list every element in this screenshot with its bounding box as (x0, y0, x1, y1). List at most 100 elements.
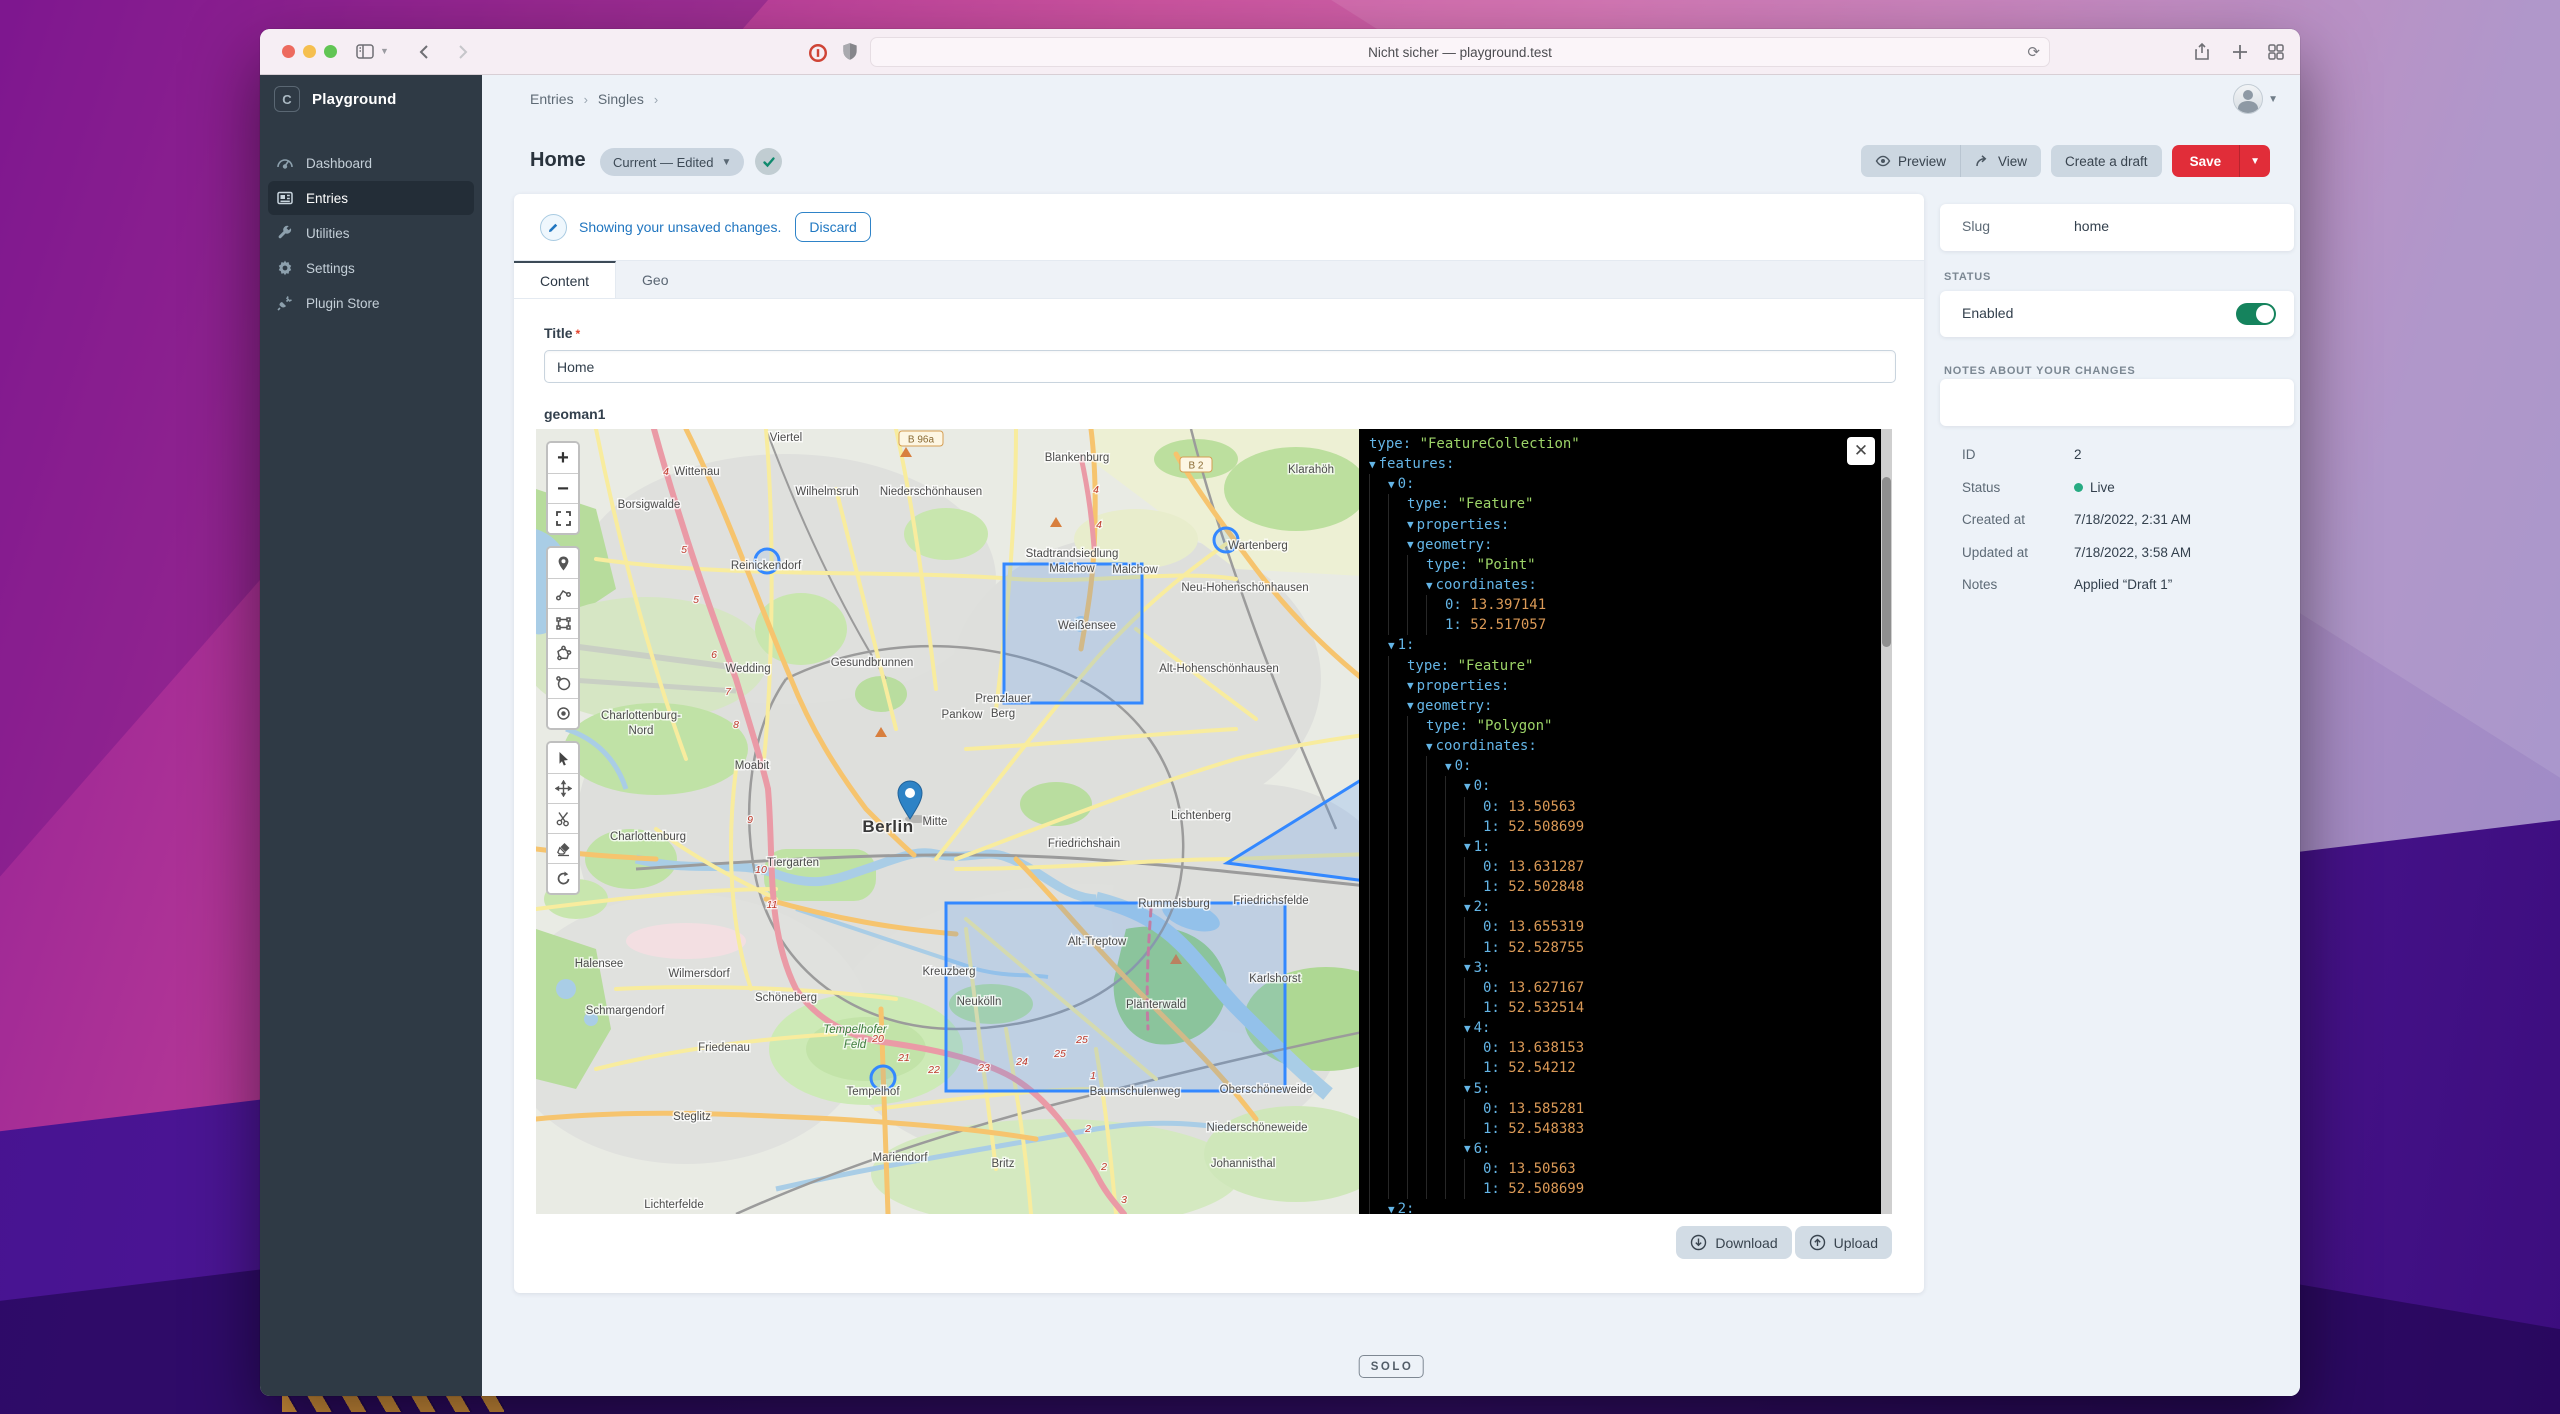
tree-expand-icon[interactable]: ▼ (1388, 478, 1395, 491)
craft-logo[interactable]: C (274, 86, 300, 112)
tree-expand-icon[interactable]: ▼ (1464, 1022, 1471, 1035)
zoom-window-button[interactable] (324, 45, 337, 58)
shield-icon[interactable] (840, 42, 860, 62)
forward-icon[interactable] (452, 42, 472, 62)
json-tree-line[interactable]: ▼0: (1369, 756, 1892, 776)
tree-expand-icon[interactable]: ▼ (1369, 458, 1376, 471)
json-tree-line[interactable]: type: "Point" (1369, 555, 1892, 575)
json-tree-line[interactable]: 1: 52.528755 (1369, 938, 1892, 958)
circle-icon[interactable] (548, 668, 578, 698)
tree-expand-icon[interactable]: ▼ (1388, 1203, 1395, 1214)
avatar[interactable] (2233, 84, 2263, 114)
tree-expand-icon[interactable]: ▼ (1445, 760, 1452, 773)
save-menu-button[interactable]: ▼ (2239, 145, 2270, 177)
sidebar-item-dashboard[interactable]: Dashboard (268, 146, 474, 180)
enabled-toggle[interactable] (2236, 303, 2276, 325)
upload-button[interactable]: Upload (1795, 1226, 1892, 1259)
json-tree-line[interactable]: ▼0: (1369, 474, 1892, 494)
json-tree-line[interactable]: ▼1: (1369, 837, 1892, 857)
json-tree-line[interactable]: ▼properties: (1369, 515, 1892, 535)
json-tree-line[interactable]: 1: 52.517057 (1369, 615, 1892, 635)
rectangle-icon[interactable] (548, 608, 578, 638)
json-tree-line[interactable]: 0: 13.397141 (1369, 595, 1892, 615)
json-tree-line[interactable]: ▼features: (1369, 454, 1892, 474)
revision-select[interactable]: Current — Edited▼ (600, 148, 744, 176)
tab-content[interactable]: Content (514, 261, 616, 298)
view-button[interactable]: View (1960, 145, 2041, 177)
tree-expand-icon[interactable]: ▼ (1464, 780, 1471, 793)
polyline-icon[interactable] (548, 578, 578, 608)
polygon-icon[interactable] (548, 638, 578, 668)
json-scrollbar-thumb[interactable] (1882, 477, 1891, 647)
breadcrumb-item[interactable]: Entries (530, 91, 574, 107)
create-draft-button[interactable]: Create a draft (2051, 145, 2162, 177)
json-tree-line[interactable]: ▼coordinates: (1369, 575, 1892, 595)
slug-value[interactable]: home (2074, 218, 2109, 234)
json-tree-line[interactable]: ▼5: (1369, 1079, 1892, 1099)
json-tree-line[interactable]: 0: 13.655319 (1369, 917, 1892, 937)
minimize-window-button[interactable] (303, 45, 316, 58)
tree-expand-icon[interactable]: ▼ (1464, 840, 1471, 853)
json-tree-line[interactable]: type: "Feature" (1369, 656, 1892, 676)
fullscreen-icon[interactable] (548, 503, 578, 533)
json-tree-line[interactable]: 1: 52.532514 (1369, 998, 1892, 1018)
json-tree-line[interactable]: ▼3: (1369, 958, 1892, 978)
tree-expand-icon[interactable]: ▼ (1426, 740, 1433, 753)
drag-icon[interactable] (548, 773, 578, 803)
tree-expand-icon[interactable]: ▼ (1464, 1082, 1471, 1095)
json-tree-line[interactable]: 1: 52.508699 (1369, 1179, 1892, 1199)
json-tree-line[interactable]: ▼2: (1369, 897, 1892, 917)
zoom-in-icon[interactable]: + (548, 443, 578, 473)
chevron-down-icon[interactable]: ▼ (380, 46, 400, 66)
json-tree-line[interactable]: 1: 52.548383 (1369, 1119, 1892, 1139)
json-scrollbar[interactable] (1881, 429, 1892, 1214)
json-tree-line[interactable]: ▼4: (1369, 1018, 1892, 1038)
tree-expand-icon[interactable]: ▼ (1464, 901, 1471, 914)
json-tree-line[interactable]: ▼1: (1369, 635, 1892, 655)
tab-overview-icon[interactable] (2266, 42, 2286, 62)
json-tree-line[interactable]: 0: 13.638153 (1369, 1038, 1892, 1058)
json-tree-line[interactable]: 0: 13.50563 (1369, 1159, 1892, 1179)
json-tree-line[interactable]: 0: 13.585281 (1369, 1099, 1892, 1119)
json-tree-line[interactable]: 1: 52.508699 (1369, 817, 1892, 837)
json-tree-line[interactable]: ▼6: (1369, 1139, 1892, 1159)
tree-expand-icon[interactable]: ▼ (1407, 679, 1414, 692)
json-tree-line[interactable]: 0: 13.50563 (1369, 797, 1892, 817)
notes-textarea[interactable] (1940, 379, 2294, 426)
close-icon[interactable]: ✕ (1847, 437, 1875, 465)
json-tree-line[interactable]: ▼geometry: (1369, 535, 1892, 555)
user-menu[interactable]: ▼ (2233, 84, 2278, 114)
save-button[interactable]: Save (2172, 145, 2240, 177)
tree-expand-icon[interactable]: ▼ (1407, 518, 1414, 531)
tree-expand-icon[interactable]: ▼ (1388, 639, 1395, 652)
back-icon[interactable] (415, 42, 435, 62)
marker-icon[interactable] (548, 548, 578, 578)
json-tree-line[interactable]: ▼properties: (1369, 676, 1892, 696)
address-bar[interactable]: Nicht sicher — playground.test ⟳ (870, 37, 2050, 67)
json-tree-line[interactable]: 0: 13.631287 (1369, 857, 1892, 877)
title-input[interactable]: Home (544, 350, 1896, 383)
json-tree-line[interactable]: type: "Polygon" (1369, 716, 1892, 736)
json-tree-line[interactable]: ▼0: (1369, 776, 1892, 796)
zoom-out-icon[interactable]: − (548, 473, 578, 503)
sidebar-item-settings[interactable]: Settings (268, 251, 474, 285)
json-tree-line[interactable]: 0: 13.627167 (1369, 978, 1892, 998)
new-tab-icon[interactable] (2230, 42, 2250, 62)
close-window-button[interactable] (282, 45, 295, 58)
sidebar-item-entries[interactable]: Entries (268, 181, 474, 215)
json-tree-line[interactable]: ▼geometry: (1369, 696, 1892, 716)
tree-expand-icon[interactable]: ▼ (1464, 1142, 1471, 1155)
edit-vertices-icon[interactable] (548, 743, 578, 773)
json-tree-line[interactable]: 1: 52.54212 (1369, 1058, 1892, 1078)
discard-button[interactable]: Discard (795, 212, 870, 242)
reload-icon[interactable]: ⟳ (2027, 43, 2040, 61)
json-tree-line[interactable]: ▼coordinates: (1369, 736, 1892, 756)
slug-box[interactable] (1940, 204, 2294, 251)
tree-expand-icon[interactable]: ▼ (1407, 538, 1414, 551)
preview-button[interactable]: Preview (1861, 145, 1960, 177)
sidebar-item-plugin-store[interactable]: Plugin Store (268, 286, 474, 320)
circle-marker-icon[interactable] (548, 698, 578, 728)
cut-icon[interactable] (548, 803, 578, 833)
json-tree-line[interactable]: ▼2: (1369, 1199, 1892, 1214)
json-tree-line[interactable]: 1: 52.502848 (1369, 877, 1892, 897)
